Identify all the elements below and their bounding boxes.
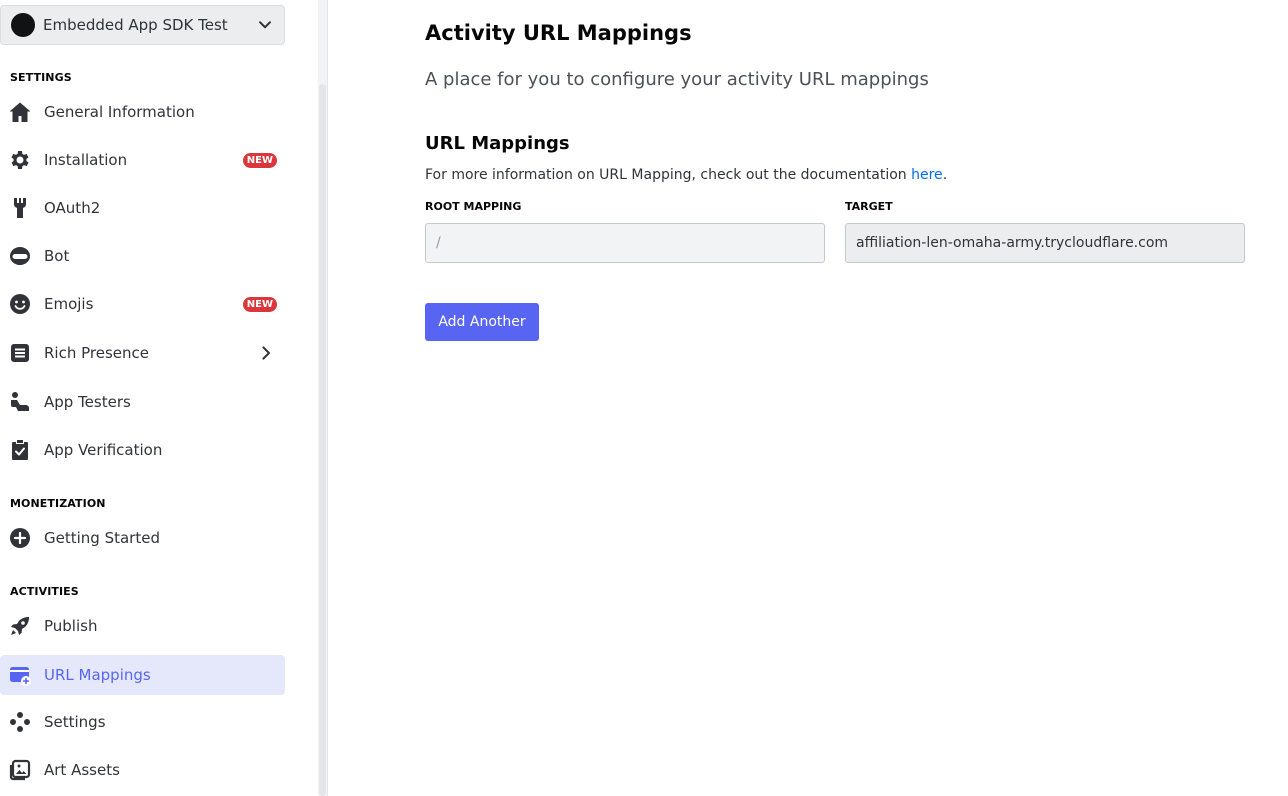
sidebar-item-app-testers[interactable]: App Testers xyxy=(0,382,285,422)
sidebar-item-label: App Verification xyxy=(44,441,163,459)
wrench-icon xyxy=(8,196,32,220)
gamepad-icon xyxy=(8,710,32,734)
root-mapping-input[interactable] xyxy=(425,223,825,263)
sidebar-item-publish[interactable]: Publish xyxy=(0,606,285,646)
app-selector[interactable]: Embedded App SDK Test xyxy=(0,5,285,45)
activities-section-header: ACTIVITIES xyxy=(10,585,79,598)
url-mapping-icon xyxy=(8,663,32,687)
new-badge: NEW xyxy=(242,152,277,168)
sidebar-item-app-verification[interactable]: App Verification xyxy=(0,430,285,470)
sidebar-item-label: Emojis xyxy=(44,295,94,313)
sidebar-item-installation[interactable]: Installation NEW xyxy=(0,140,285,180)
target-label: TARGET xyxy=(845,200,893,213)
sidebar-item-url-mappings[interactable]: URL Mappings xyxy=(0,655,285,695)
rocket-icon xyxy=(8,614,32,638)
page-subtitle: A place for you to configure your activi… xyxy=(425,69,929,90)
sidebar-item-label: Publish xyxy=(44,617,98,635)
image-icon xyxy=(8,758,32,782)
sidebar-item-bot[interactable]: Bot xyxy=(0,236,285,276)
sidebar-item-oauth2[interactable]: OAuth2 xyxy=(0,188,285,228)
sidebar-item-label: General Information xyxy=(44,103,195,121)
help-text: For more information on URL Mapping, che… xyxy=(425,167,947,183)
section-title: URL Mappings xyxy=(425,133,570,154)
sidebar-divider xyxy=(327,0,328,796)
chevron-right-icon[interactable] xyxy=(257,344,275,362)
root-mapping-label: ROOT MAPPING xyxy=(425,200,522,213)
sidebar: Embedded App SDK Test SETTINGS General I… xyxy=(0,0,318,796)
sidebar-item-label: Rich Presence xyxy=(44,344,149,362)
page-title: Activity URL Mappings xyxy=(425,21,692,45)
sidebar-item-label: Settings xyxy=(44,713,106,731)
sidebar-item-rich-presence[interactable]: Rich Presence xyxy=(0,333,285,373)
sidebar-item-label: URL Mappings xyxy=(44,666,151,684)
sidebar-item-label: Art Assets xyxy=(44,761,120,779)
add-another-button[interactable]: Add Another xyxy=(425,303,539,341)
new-badge: NEW xyxy=(242,296,277,312)
documentation-link[interactable]: here xyxy=(911,167,943,183)
document-icon xyxy=(8,341,32,365)
help-text-body: For more information on URL Mapping, che… xyxy=(425,167,912,183)
app-avatar xyxy=(11,13,35,37)
sidebar-item-general-information[interactable]: General Information xyxy=(0,92,285,132)
tester-icon xyxy=(8,390,32,414)
sidebar-item-art-assets[interactable]: Art Assets xyxy=(0,750,285,790)
sidebar-item-label: Bot xyxy=(44,247,70,265)
sidebar-item-label: OAuth2 xyxy=(44,199,101,217)
help-text-suffix: . xyxy=(942,167,948,183)
sidebar-item-label: Installation xyxy=(44,151,128,169)
monetization-section-header: MONETIZATION xyxy=(10,497,106,510)
target-input[interactable] xyxy=(845,223,1245,263)
sidebar-scrollbar-thumb[interactable] xyxy=(319,84,326,796)
plus-circle-icon xyxy=(8,526,32,550)
clipboard-check-icon xyxy=(8,438,32,462)
settings-section-header: SETTINGS xyxy=(10,71,72,84)
emoji-icon xyxy=(8,292,32,316)
bot-icon xyxy=(8,244,32,268)
sidebar-item-getting-started[interactable]: Getting Started xyxy=(0,518,285,558)
sidebar-item-label: Getting Started xyxy=(44,529,160,547)
app-name: Embedded App SDK Test xyxy=(43,16,228,34)
sidebar-item-emojis[interactable]: Emojis NEW xyxy=(0,284,285,324)
sidebar-item-label: App Testers xyxy=(44,393,131,411)
gear-icon xyxy=(8,148,32,172)
home-icon xyxy=(8,100,32,124)
chevron-down-icon xyxy=(259,21,271,29)
sidebar-item-settings[interactable]: Settings xyxy=(0,702,285,742)
